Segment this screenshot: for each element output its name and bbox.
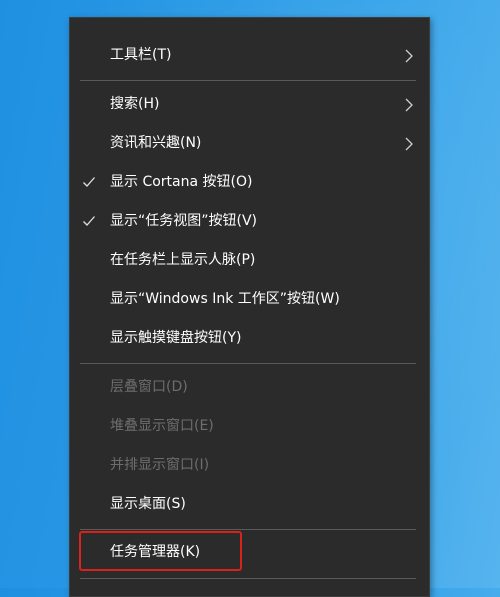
chevron-right-icon [405, 49, 413, 63]
menu-item-label: 显示“任务视图”按钮(V) [110, 213, 258, 229]
menu-separator [80, 529, 416, 530]
menu-item-label: 搜索(H) [110, 96, 160, 112]
menu-item-label: 显示触摸键盘按钮(Y) [110, 330, 242, 346]
chevron-right-icon [405, 137, 413, 151]
menu-item-show-task-view[interactable]: 显示“任务视图”按钮(V) [70, 202, 429, 241]
menu-item-show-people[interactable]: 在任务栏上显示人脉(P) [70, 241, 429, 280]
menu-item-label: 在任务栏上显示人脉(P) [110, 252, 256, 268]
menu-separator [80, 578, 416, 579]
menu-item-show-desktop[interactable]: 显示桌面(S) [70, 485, 429, 524]
menu-item-label: 工具栏(T) [110, 47, 172, 63]
menu-item-show-touch-keyboard[interactable]: 显示触摸键盘按钮(Y) [70, 319, 429, 358]
menu-item-stack-windows: 堆叠显示窗口(E) [70, 407, 429, 446]
menu-item-label: 显示桌面(S) [110, 496, 186, 512]
menu-item-search[interactable]: 搜索(H) [70, 85, 429, 124]
menu-item-label: 堆叠显示窗口(E) [110, 418, 214, 434]
menu-separator [80, 80, 416, 81]
menu-separator [80, 363, 416, 364]
menu-item-toolbars[interactable]: 工具栏(T) [70, 36, 429, 75]
taskbar-context-menu: 工具栏(T) 搜索(H) 资讯和兴趣(N) 显示 Cortana 按钮(O) 显… [69, 17, 430, 597]
menu-item-show-cortana[interactable]: 显示 Cortana 按钮(O) [70, 163, 429, 202]
menu-item-side-by-side-windows: 并排显示窗口(I) [70, 446, 429, 485]
menu-item-label: 并排显示窗口(I) [110, 457, 210, 473]
menu-item-label: 显示 Cortana 按钮(O) [110, 174, 253, 190]
menu-item-label: 显示“Windows Ink 工作区”按钮(W) [110, 291, 340, 307]
menu-item-label: 资讯和兴趣(N) [110, 135, 202, 151]
menu-item-show-windows-ink[interactable]: 显示“Windows Ink 工作区”按钮(W) [70, 280, 429, 319]
checkmark-icon [83, 177, 95, 187]
menu-item-news-interests[interactable]: 资讯和兴趣(N) [70, 124, 429, 163]
chevron-right-icon [405, 98, 413, 112]
highlight-annotation-box [79, 531, 242, 571]
menu-item-label: 层叠窗口(D) [110, 379, 188, 395]
menu-item-cascade-windows: 层叠窗口(D) [70, 368, 429, 407]
checkmark-icon [83, 216, 95, 226]
